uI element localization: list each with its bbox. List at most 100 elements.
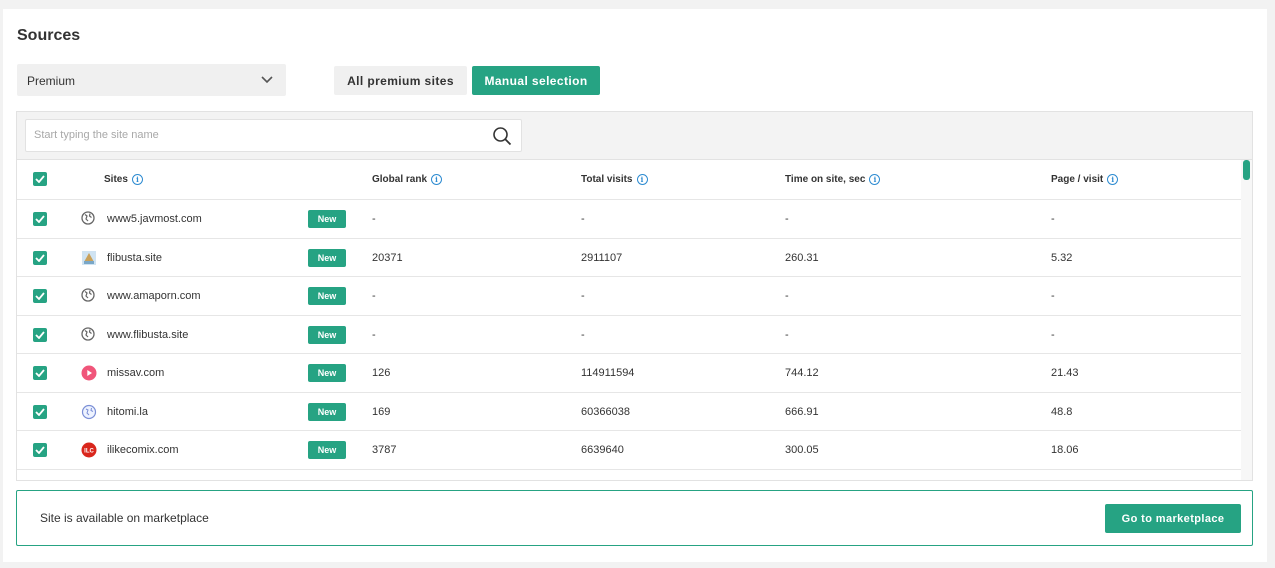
time-on-site-value: 260.31 [785, 251, 819, 264]
table-row: ILC ilikecomix.com New 3787 6639640 300.… [17, 431, 1242, 470]
new-badge: New [308, 441, 346, 459]
page-visit-value: - [1051, 213, 1055, 225]
time-on-site-value: 666.91 [785, 405, 819, 418]
total-visits-value: 6639640 [581, 444, 624, 456]
table-row: missav.com New 126 114911594 744.12 21.4… [17, 354, 1242, 393]
row-checkbox[interactable] [33, 366, 47, 380]
global-rank-value: - [372, 328, 376, 341]
check-icon [35, 215, 45, 223]
table-row: www5.javmost.com New - - - - [17, 200, 1242, 239]
select-all-checkbox[interactable] [33, 172, 47, 186]
time-on-site-value: - [785, 328, 789, 341]
ilc-favicon: ILC [81, 442, 97, 458]
globe-blue-favicon [81, 404, 97, 420]
scrollbar-thumb[interactable] [1243, 160, 1250, 180]
info-icon[interactable]: i [636, 174, 648, 185]
global-rank-value: - [372, 213, 376, 225]
globe-icon [81, 326, 97, 343]
dropdown-value: Premium [27, 74, 76, 88]
info-icon[interactable]: i [1107, 174, 1119, 185]
search-icon[interactable] [492, 126, 512, 146]
site-name: www5.javmost.com [107, 213, 202, 225]
row-checkbox[interactable] [33, 327, 47, 342]
info-icon[interactable]: i [131, 174, 143, 185]
all-premium-sites-button[interactable]: All premium sites [334, 66, 467, 95]
manual-selection-button[interactable]: Manual selection [472, 66, 600, 95]
new-badge: New [308, 210, 346, 228]
row-checkbox[interactable] [33, 250, 47, 265]
page-visit-value: 48.8 [1051, 405, 1073, 418]
site-name: flibusta.site [107, 251, 163, 264]
check-icon [35, 175, 45, 183]
flibusta-favicon [81, 250, 97, 266]
new-badge: New [308, 325, 346, 344]
info-icon[interactable]: i [431, 174, 443, 185]
site-name: ilikecomix.com [107, 444, 179, 456]
total-visits-value: - [581, 290, 585, 302]
check-icon [35, 292, 45, 300]
page-visit-value: 5.32 [1051, 251, 1073, 264]
time-on-site-value: - [785, 213, 789, 225]
check-icon [35, 446, 45, 454]
global-rank-value: - [372, 290, 376, 302]
sites-table: Sitesi Global ranki Total visitsi Time o… [16, 111, 1253, 481]
table-row: www.flibusta.site New - - - - [17, 316, 1242, 354]
table-row [17, 470, 1242, 480]
site-name: missav.com [107, 367, 165, 379]
search-field[interactable] [25, 119, 522, 152]
total-visits-value: 114911594 [581, 367, 635, 379]
go-to-marketplace-button[interactable]: Go to marketplace [1105, 504, 1241, 533]
site-name: www.amaporn.com [107, 290, 201, 302]
new-badge: New [308, 287, 346, 305]
chevron-down-icon [261, 76, 273, 84]
row-checkbox[interactable] [33, 404, 47, 419]
marketplace-banner: Site is available on marketplace Go to m… [16, 490, 1253, 546]
table-row: hitomi.la New 169 60366038 666.91 48.8 [17, 393, 1242, 431]
header-global-rank: Global rank i [372, 174, 443, 185]
header-page-visit: Page / visit i [1051, 174, 1119, 185]
svg-text:ILC: ILC [84, 449, 94, 455]
scrollbar[interactable] [1241, 160, 1252, 480]
row-checkbox[interactable] [33, 289, 47, 303]
global-rank-value: 169 [372, 405, 391, 418]
page-title: Sources [17, 27, 81, 44]
search-input[interactable] [34, 129, 474, 141]
new-badge: New [308, 248, 346, 267]
page-visit-value: 18.06 [1051, 444, 1079, 456]
check-icon [35, 407, 45, 416]
global-rank-value: 3787 [372, 444, 397, 456]
header-sites: Sites i [104, 174, 143, 185]
global-rank-value: 20371 [372, 251, 403, 264]
row-checkbox[interactable] [33, 212, 47, 226]
page-visit-value: - [1051, 290, 1055, 302]
total-visits-value: 2911107 [581, 251, 623, 264]
page-visit-value: 21.43 [1051, 367, 1079, 379]
total-visits-value: - [581, 213, 585, 225]
check-icon [35, 369, 45, 377]
new-badge: New [308, 402, 346, 421]
table-row: www.amaporn.com New - - - - [17, 277, 1242, 316]
info-icon[interactable]: i [869, 174, 881, 185]
new-badge [308, 479, 346, 480]
time-on-site-value: 744.12 [785, 367, 819, 379]
header-time-on-site: Time on site, sec i [785, 174, 881, 185]
new-badge: New [308, 364, 346, 382]
source-type-dropdown[interactable]: Premium [17, 64, 286, 96]
marketplace-message: Site is available on marketplace [40, 511, 209, 525]
check-icon [35, 330, 45, 339]
table-header: Sites i Global rank i Total visits i Time o… [17, 160, 1242, 200]
site-name: hitomi.la [107, 405, 148, 418]
globe-icon [81, 211, 97, 227]
header-total-visits: Total visits i [581, 174, 648, 185]
sources-panel: Sources Premium All premium sites Manual… [3, 9, 1267, 562]
globe-icon [81, 288, 97, 304]
search-bar [17, 112, 1252, 160]
check-icon [35, 253, 45, 262]
page-visit-value: - [1051, 328, 1055, 341]
total-visits-value: - [581, 328, 585, 341]
global-rank-value: 126 [372, 367, 391, 379]
time-on-site-value: 300.05 [785, 444, 819, 456]
table-row: flibusta.site New 20371 2911107 260.31 5… [17, 239, 1242, 277]
site-name: www.flibusta.site [107, 328, 189, 341]
row-checkbox[interactable] [33, 443, 47, 457]
